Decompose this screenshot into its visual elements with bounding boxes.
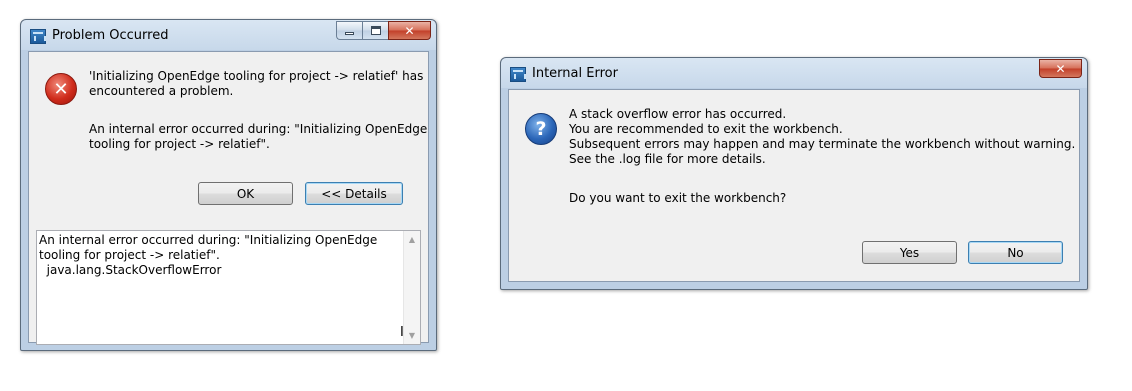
- title-bar[interactable]: Problem Occurred ✕: [21, 20, 436, 52]
- detail-line: tooling for project -> relatief".: [89, 137, 270, 151]
- message-line: See the .log file for more details.: [569, 152, 766, 166]
- dialog-title: Problem Occurred: [52, 28, 169, 43]
- details-button[interactable]: << Details: [305, 182, 403, 205]
- exit-question: Do you want to exit the workbench?: [569, 191, 787, 205]
- maximize-button[interactable]: [362, 21, 388, 40]
- scroll-up-icon[interactable]: ▲: [404, 231, 420, 248]
- details-textarea[interactable]: An internal error occurred during: "Init…: [36, 230, 421, 345]
- close-icon: ✕: [1055, 61, 1066, 76]
- close-button[interactable]: ✕: [388, 21, 431, 40]
- message-line: A stack overflow error has occurred.: [569, 107, 787, 121]
- details-text: An internal error occurred during: "Init…: [39, 233, 378, 277]
- maximize-icon: [370, 26, 381, 35]
- message-line: You are recommended to exit the workbenc…: [569, 122, 843, 136]
- minimize-icon: [345, 31, 354, 35]
- minimize-button[interactable]: [336, 21, 362, 40]
- title-bar[interactable]: Internal Error ✕: [501, 58, 1087, 90]
- message-line: Subsequent errors may happen and may ter…: [569, 137, 1076, 151]
- app-icon: [30, 29, 46, 44]
- internal-error-message: A stack overflow error has occurred. You…: [569, 107, 1075, 167]
- no-button[interactable]: No: [968, 241, 1063, 264]
- message-line: 'Initializing OpenEdge tooling for proje…: [89, 69, 424, 83]
- dialog-title: Internal Error: [532, 66, 618, 81]
- close-icon: ✕: [404, 23, 415, 38]
- problem-message: 'Initializing OpenEdge tooling for proje…: [89, 69, 423, 99]
- app-icon: [510, 67, 526, 82]
- ok-button[interactable]: OK: [198, 182, 293, 205]
- dialog-body: ? A stack overflow error has occurred. Y…: [508, 89, 1080, 282]
- question-icon: ?: [525, 113, 557, 145]
- yes-button[interactable]: Yes: [862, 241, 957, 264]
- dialog-body: ✕ 'Initializing OpenEdge tooling for pro…: [28, 51, 429, 345]
- close-button[interactable]: ✕: [1039, 59, 1082, 78]
- text-cursor-icon: I: [400, 325, 404, 340]
- error-icon: ✕: [45, 73, 77, 105]
- message-line: encountered a problem.: [89, 84, 234, 98]
- internal-error-dialog: Internal Error ✕ ? A stack overflow erro…: [500, 57, 1088, 290]
- detail-line: An internal error occurred during: "Init…: [89, 122, 428, 136]
- problem-occurred-dialog: Problem Occurred ✕ ✕ 'Initializing OpenE…: [20, 19, 437, 351]
- problem-detail: An internal error occurred during: "Init…: [89, 122, 427, 152]
